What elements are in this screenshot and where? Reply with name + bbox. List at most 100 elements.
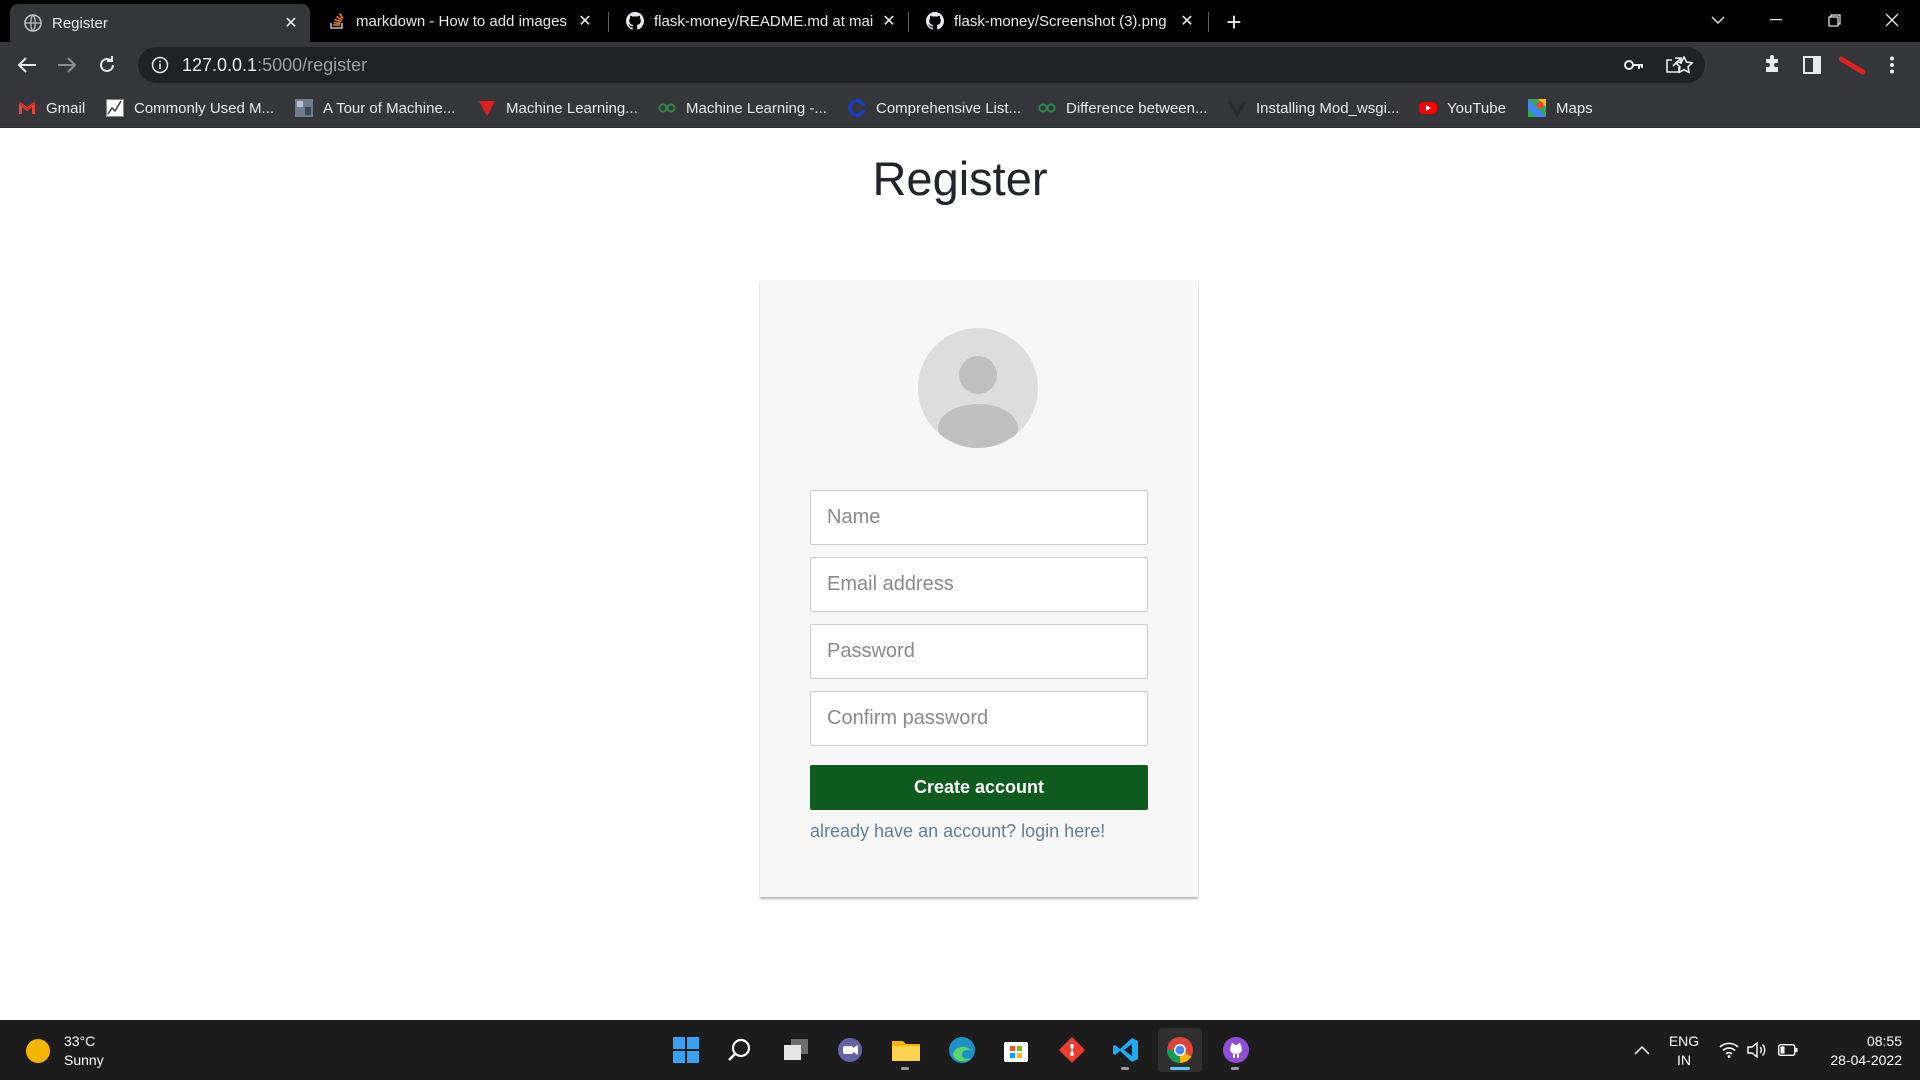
bookmark-label: Difference between... — [1066, 99, 1208, 117]
blue-c-icon — [848, 99, 866, 117]
bookmark-label: Machine Learning -... — [686, 99, 827, 117]
wifi-icon[interactable] — [1718, 1020, 1740, 1080]
tab-strip: Register ✕ markdown - How to add images … — [0, 0, 1920, 42]
running-indicator — [1121, 1067, 1129, 1070]
bookmark-tour-ml[interactable]: A Tour of Machine... — [295, 96, 455, 120]
bookmark-label: Installing Mod_wsgi... — [1256, 99, 1400, 117]
minimize-icon[interactable] — [1748, 0, 1804, 40]
language-region: IN — [1677, 1052, 1691, 1068]
file-explorer-icon[interactable] — [884, 1028, 928, 1072]
bookmark-youtube[interactable]: YouTube — [1419, 96, 1506, 120]
tab-screenshot[interactable]: flask-money/Screenshot (3).png ✕ — [912, 4, 1206, 38]
maps-icon — [1528, 99, 1546, 117]
bookmark-star-icon[interactable] — [1668, 49, 1700, 81]
back-button[interactable] — [11, 49, 43, 81]
confirm-password-input[interactable] — [810, 691, 1148, 746]
bookmark-label: Commonly Used M... — [134, 99, 275, 117]
browser-toolbar: 127.0.0.1:5000/register — [0, 42, 1920, 88]
bookmark-difference[interactable]: Difference between... — [1038, 96, 1207, 120]
key-icon[interactable] — [1618, 49, 1650, 81]
bookmark-label: Maps — [1556, 99, 1593, 117]
address-bar[interactable]: 127.0.0.1:5000/register — [138, 47, 1705, 83]
create-account-button[interactable]: Create account — [810, 765, 1148, 810]
tab-divider — [908, 12, 909, 32]
bookmark-maps[interactable]: Maps — [1528, 96, 1593, 120]
login-link[interactable]: already have an account? login here! — [810, 821, 1105, 842]
bookmark-gmail[interactable]: Gmail — [18, 96, 85, 120]
gmail-icon — [18, 99, 36, 117]
weather-temp: 33°C — [64, 1033, 96, 1049]
bookmark-label: A Tour of Machine... — [323, 99, 456, 117]
volume-icon[interactable] — [1746, 1020, 1768, 1080]
github-desktop-icon[interactable] — [1214, 1028, 1258, 1072]
bookmark-comprehensive[interactable]: Comprehensive List... — [848, 96, 1021, 120]
tab-register[interactable]: Register ✕ — [10, 4, 310, 42]
close-window-icon[interactable] — [1864, 0, 1920, 40]
bookmark-label: Comprehensive List... — [876, 99, 1022, 117]
tab-divider — [1208, 12, 1209, 32]
tab-readme[interactable]: flask-money/README.md at mai ✕ — [612, 4, 908, 38]
weather-widget[interactable]: 33°C Sunny — [26, 1032, 104, 1070]
extensions-icon[interactable] — [1756, 49, 1788, 81]
task-view-icon[interactable] — [774, 1028, 818, 1072]
close-icon[interactable]: ✕ — [1174, 8, 1200, 34]
github-icon — [626, 12, 644, 30]
github-icon — [926, 12, 944, 30]
red-v-icon — [478, 99, 496, 117]
store-icon[interactable] — [994, 1028, 1038, 1072]
clock-time: 08:55 — [1866, 1033, 1902, 1049]
start-icon[interactable] — [664, 1028, 708, 1072]
close-icon[interactable]: ✕ — [876, 8, 902, 34]
bookmarks-bar: Gmail Commonly Used M... A Tour of Machi… — [0, 88, 1920, 128]
sun-icon — [26, 1039, 50, 1063]
git-icon[interactable] — [1050, 1028, 1094, 1072]
tab-title: markdown - How to add images — [356, 12, 567, 30]
reload-button[interactable] — [91, 49, 123, 81]
image-icon — [295, 99, 313, 117]
active-indicator — [1170, 1067, 1190, 1070]
teams-chat-icon[interactable] — [828, 1028, 872, 1072]
bookmark-ml-2[interactable]: Machine Learning -... — [658, 96, 827, 120]
running-indicator — [1231, 1067, 1239, 1070]
clock-date: 28-04-2022 — [1830, 1052, 1902, 1068]
language-code: ENG — [1668, 1033, 1700, 1049]
language-indicator[interactable]: ENG IN — [1664, 1032, 1704, 1070]
email-input[interactable] — [810, 557, 1148, 612]
edge-icon[interactable] — [940, 1028, 984, 1072]
tab-search-icon[interactable] — [1690, 0, 1746, 40]
profile-extension-icon[interactable] — [1836, 49, 1868, 81]
url-text: 127.0.0.1:5000/register — [182, 55, 367, 76]
bookmark-label: Machine Learning... — [506, 99, 638, 117]
bookmark-mod-wsgi[interactable]: Installing Mod_wsgi... — [1228, 96, 1399, 120]
side-panel-icon[interactable] — [1796, 49, 1828, 81]
tab-title: flask-money/Screenshot (3).png — [954, 12, 1167, 30]
password-input[interactable] — [810, 624, 1148, 679]
bookmark-ml-1[interactable]: Machine Learning... — [478, 96, 638, 120]
gfg-icon — [658, 99, 676, 117]
site-info-icon[interactable] — [150, 55, 170, 75]
restore-icon[interactable] — [1806, 0, 1862, 40]
url-path: :5000/register — [257, 54, 368, 75]
close-icon[interactable]: ✕ — [278, 10, 304, 36]
vscode-icon[interactable] — [1104, 1028, 1148, 1072]
new-tab-button[interactable]: + — [1218, 6, 1250, 38]
tab-title: Register — [52, 14, 108, 32]
tab-title: flask-money/README.md at mai — [654, 12, 874, 30]
gfg-icon — [1038, 99, 1056, 117]
forward-button[interactable] — [51, 49, 83, 81]
name-input[interactable] — [810, 490, 1148, 545]
bookmark-label: Gmail — [46, 99, 86, 117]
show-hidden-icons-icon[interactable] — [1628, 1020, 1656, 1080]
clock[interactable]: 08:55 28-04-2022 — [1812, 1032, 1902, 1070]
bookmark-label: YouTube — [1447, 99, 1506, 117]
bookmark-commonly-used[interactable]: Commonly Used M... — [106, 96, 274, 120]
menu-icon[interactable] — [1876, 49, 1908, 81]
tab-markdown[interactable]: markdown - How to add images ✕ — [314, 4, 604, 38]
search-icon[interactable] — [718, 1028, 762, 1072]
close-icon[interactable]: ✕ — [572, 8, 598, 34]
page-title: Register — [872, 152, 1048, 205]
v-icon — [1228, 99, 1246, 117]
battery-icon[interactable] — [1776, 1020, 1800, 1080]
stackoverflow-icon — [328, 12, 346, 30]
chrome-icon[interactable] — [1158, 1028, 1202, 1072]
